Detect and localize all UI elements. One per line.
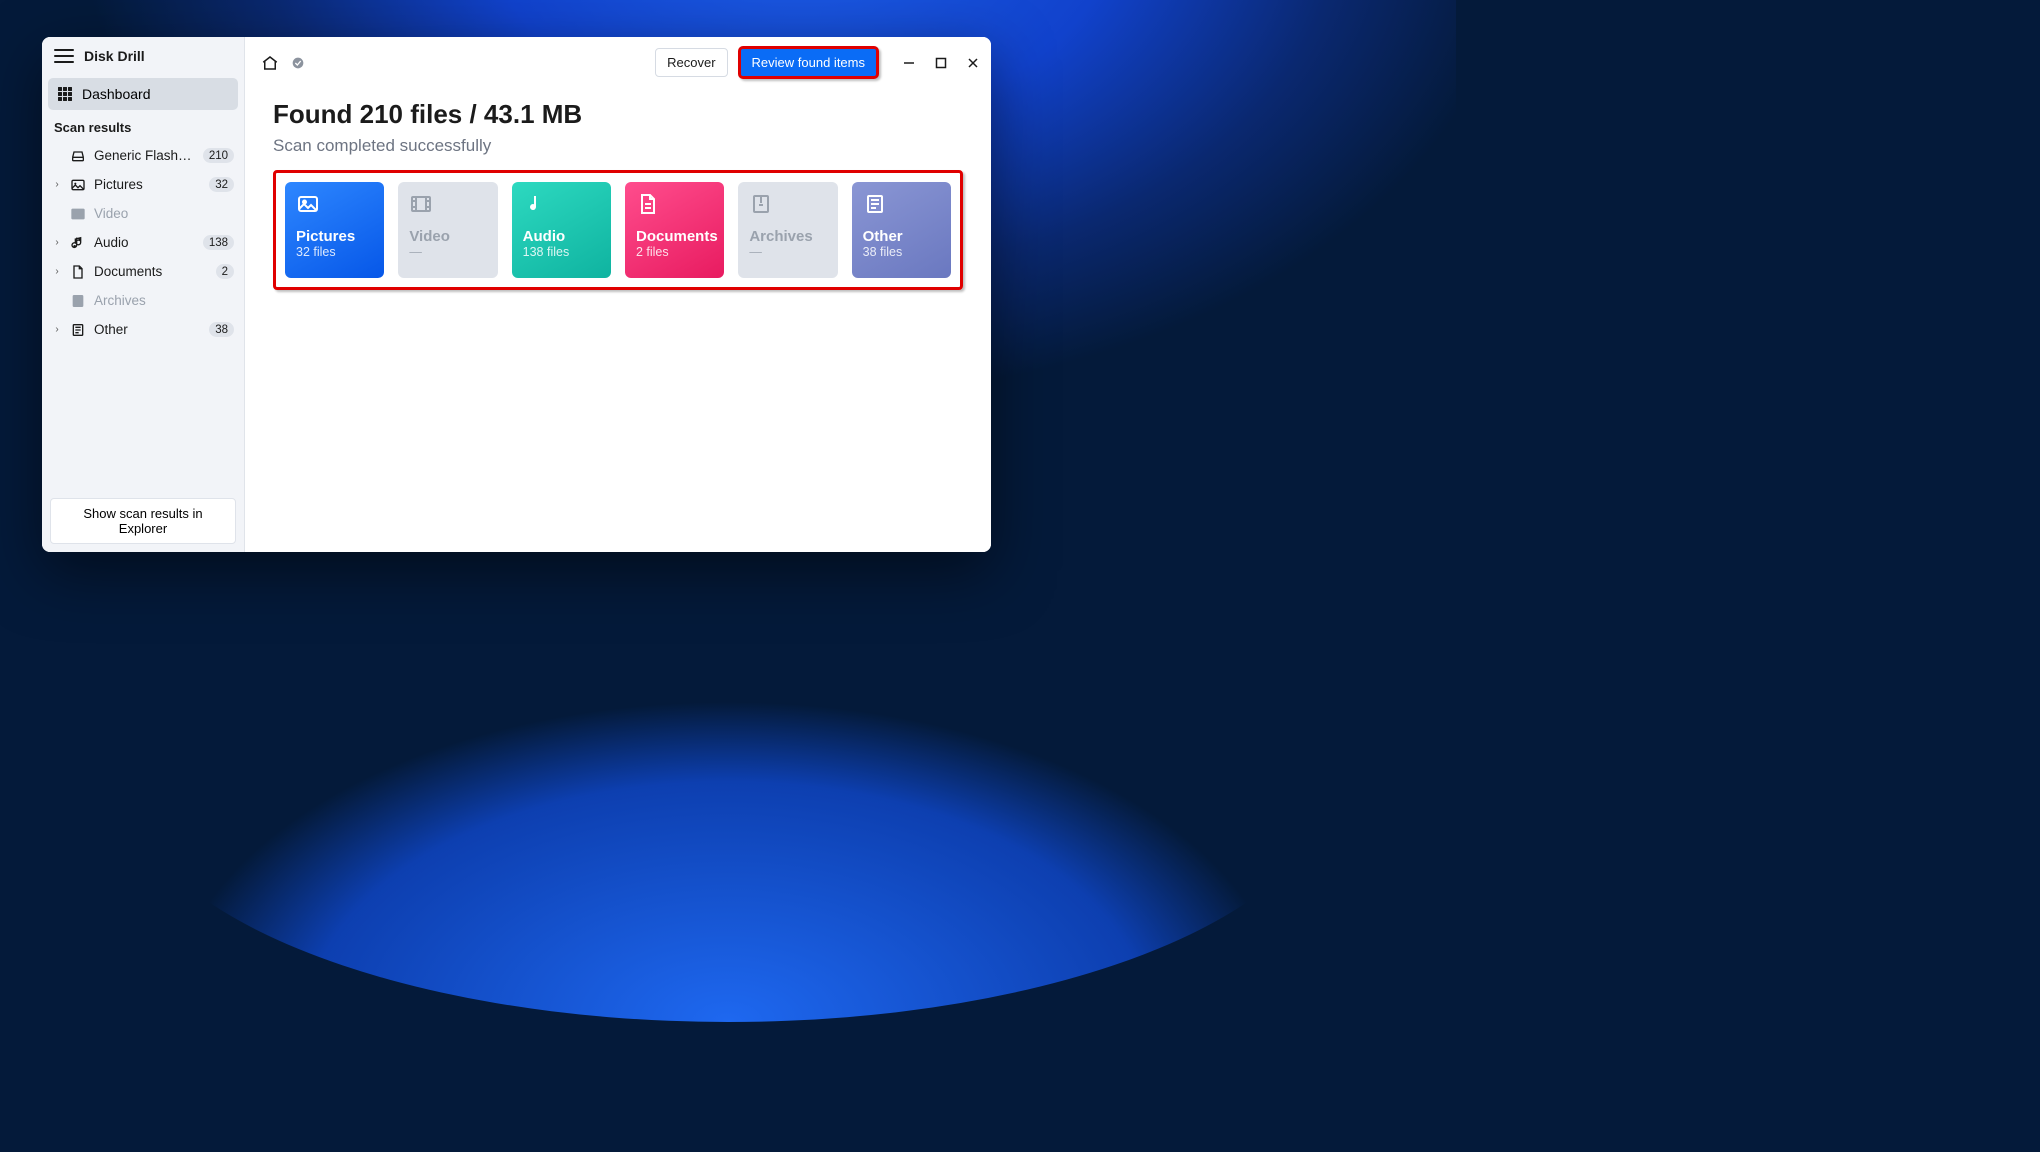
- document-icon: [70, 264, 86, 280]
- review-found-items-button[interactable]: Review found items: [738, 46, 879, 79]
- main-pane: Recover Review found items Found 210 fil…: [245, 37, 991, 552]
- card-title: Archives: [749, 228, 826, 245]
- card-title: Documents: [636, 228, 713, 245]
- app-title: Disk Drill: [84, 48, 145, 64]
- card-subtitle: 138 files: [523, 245, 600, 259]
- count-badge: 2: [216, 264, 234, 279]
- sidebar-item-video[interactable]: › Video: [42, 199, 244, 228]
- card-title: Pictures: [296, 228, 373, 245]
- sidebar-item-label: Other: [94, 322, 201, 337]
- count-badge: 210: [203, 148, 234, 163]
- sidebar-item-documents[interactable]: › Documents 2: [42, 257, 244, 286]
- card-title: Video: [409, 228, 486, 245]
- toolbar: Recover Review found items: [245, 37, 991, 85]
- chevron-right-icon[interactable]: ›: [52, 324, 62, 335]
- maximize-icon[interactable]: [933, 55, 949, 71]
- main-body: Found 210 files / 43.1 MB Scan completed…: [245, 85, 991, 290]
- dashboard-label: Dashboard: [82, 86, 151, 102]
- sidebar-item-archives[interactable]: › Archives: [42, 286, 244, 315]
- card-archives: Archives —: [738, 182, 837, 278]
- video-icon: [409, 192, 433, 216]
- sidebar: Disk Drill Dashboard Scan results › Gene…: [42, 37, 245, 552]
- count-badge: 32: [209, 177, 234, 192]
- close-icon[interactable]: [965, 55, 981, 71]
- sidebar-item-label: Archives: [94, 293, 234, 308]
- video-icon: [70, 206, 86, 222]
- audio-icon: [70, 235, 86, 251]
- chevron-right-icon[interactable]: ›: [52, 237, 62, 248]
- count-badge: 138: [203, 235, 234, 250]
- category-cards-highlight: Pictures 32 files Video —: [273, 170, 963, 290]
- picture-icon: [296, 192, 320, 216]
- sidebar-item-label: Audio: [94, 235, 195, 250]
- sidebar-item-label: Pictures: [94, 177, 201, 192]
- count-badge: 38: [209, 322, 234, 337]
- disk-icon: [70, 148, 86, 164]
- results-title: Found 210 files / 43.1 MB: [273, 99, 963, 130]
- document-icon: [636, 192, 660, 216]
- sidebar-item-label: Video: [94, 206, 234, 221]
- card-documents[interactable]: Documents 2 files: [625, 182, 724, 278]
- card-video: Video —: [398, 182, 497, 278]
- sidebar-item-label: Generic Flash Disk USB…: [94, 148, 195, 163]
- card-subtitle: 2 files: [636, 245, 713, 259]
- sidebar-item-dashboard[interactable]: Dashboard: [48, 78, 238, 110]
- audio-icon: [523, 192, 547, 216]
- card-subtitle: 38 files: [863, 245, 940, 259]
- category-cards: Pictures 32 files Video —: [285, 182, 951, 278]
- card-pictures[interactable]: Pictures 32 files: [285, 182, 384, 278]
- other-icon: [863, 192, 887, 216]
- home-icon[interactable]: [261, 54, 279, 72]
- card-title: Audio: [523, 228, 600, 245]
- card-subtitle: 32 files: [296, 245, 373, 259]
- card-title: Other: [863, 228, 940, 245]
- show-in-explorer-button[interactable]: Show scan results in Explorer: [50, 498, 236, 544]
- card-subtitle: —: [749, 245, 826, 259]
- other-icon: [70, 322, 86, 338]
- chevron-right-icon[interactable]: ›: [52, 179, 62, 190]
- sidebar-item-pictures[interactable]: › Pictures 32: [42, 170, 244, 199]
- dashboard-grid-icon: [58, 87, 72, 101]
- sidebar-section-label: Scan results: [42, 118, 244, 141]
- card-other[interactable]: Other 38 files: [852, 182, 951, 278]
- archive-icon: [70, 293, 86, 309]
- sidebar-item-label: Documents: [94, 264, 208, 279]
- sidebar-item-disk[interactable]: › Generic Flash Disk USB… 210: [42, 141, 244, 170]
- sidebar-item-other[interactable]: › Other 38: [42, 315, 244, 344]
- check-badge-icon: [289, 54, 307, 72]
- picture-icon: [70, 177, 86, 193]
- card-subtitle: —: [409, 245, 486, 259]
- minimize-icon[interactable]: [901, 55, 917, 71]
- sidebar-header: Disk Drill: [42, 37, 244, 73]
- app-window: Disk Drill Dashboard Scan results › Gene…: [42, 37, 991, 552]
- chevron-right-icon[interactable]: ›: [52, 266, 62, 277]
- window-controls: [901, 55, 981, 71]
- sidebar-footer: Show scan results in Explorer: [42, 490, 244, 552]
- recover-button[interactable]: Recover: [655, 48, 727, 77]
- card-audio[interactable]: Audio 138 files: [512, 182, 611, 278]
- archive-icon: [749, 192, 773, 216]
- hamburger-icon[interactable]: [54, 49, 74, 63]
- results-subtitle: Scan completed successfully: [273, 136, 963, 156]
- sidebar-item-audio[interactable]: › Audio 138: [42, 228, 244, 257]
